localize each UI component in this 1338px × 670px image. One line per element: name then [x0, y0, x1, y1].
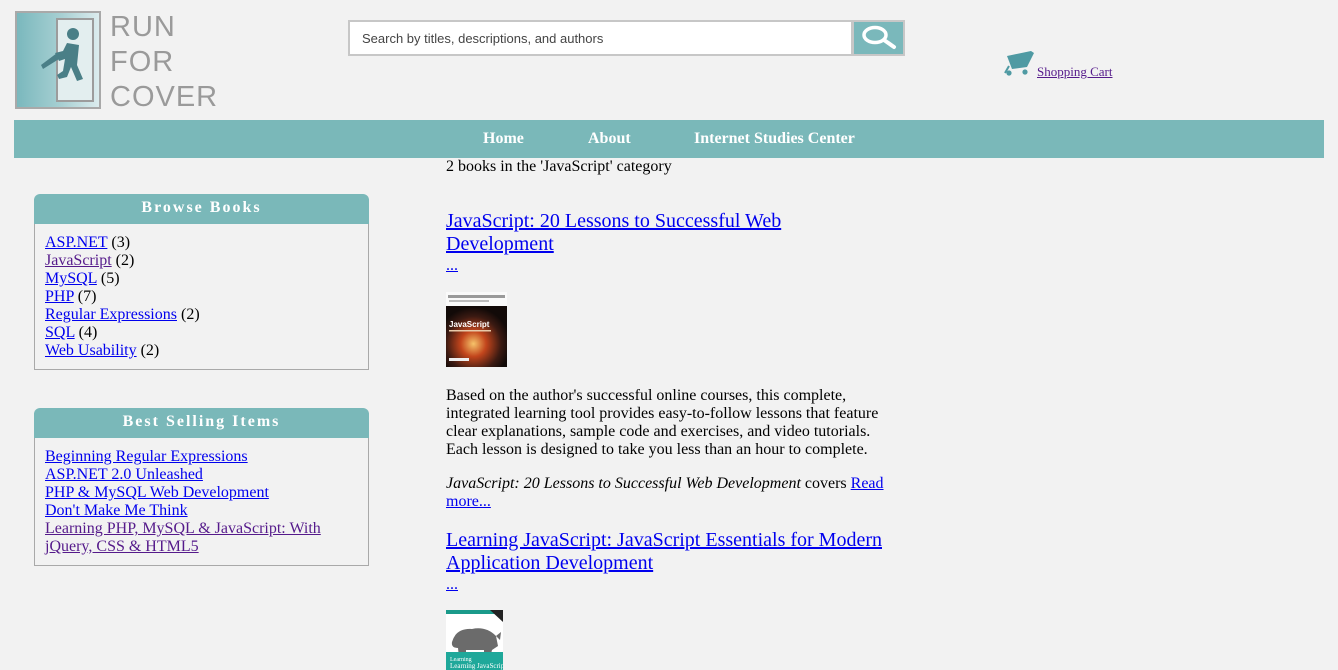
list-item: SQL (4) [45, 324, 358, 342]
list-item: PHP (7) [45, 288, 358, 306]
logo-line: FOR [110, 46, 175, 78]
book-summary-text: covers [800, 475, 851, 492]
bestseller-link[interactable]: Don't Make Me Think [45, 502, 188, 519]
running-man-logo-icon [15, 11, 101, 109]
category-count: (2) [140, 342, 160, 359]
nav-home[interactable]: Home [483, 130, 524, 148]
logo-text: RUN FOR COVER [110, 10, 218, 115]
list-item: Regular Expressions (2) [45, 306, 358, 324]
book-title-link[interactable]: JavaScript: 20 Lessons to Successful Web… [446, 210, 891, 256]
bestseller-link[interactable]: PHP & MySQL Web Development [45, 484, 269, 501]
category-count: (7) [77, 288, 97, 305]
list-item: Web Usability (2) [45, 342, 358, 360]
list-item: PHP & MySQL Web Development [45, 484, 358, 502]
nav-about[interactable]: About [588, 130, 631, 148]
book-cover-title: Learning JavaScript [450, 662, 503, 670]
book-ellipsis-link[interactable]: ... [446, 258, 458, 274]
book-cover-title: JavaScript [449, 320, 490, 329]
list-item: Beginning Regular Expressions [45, 448, 358, 466]
category-link-sql[interactable]: SQL [45, 324, 75, 341]
search-button[interactable] [852, 20, 905, 56]
book-ellipsis-link[interactable]: ... [446, 577, 458, 593]
shopping-cart-link[interactable]: Shopping Cart [1037, 64, 1112, 80]
book-summary-title: JavaScript: 20 Lessons to Successful Web… [446, 475, 801, 492]
bestseller-link[interactable]: Beginning Regular Expressions [45, 448, 248, 465]
logo[interactable]: RUN FOR COVER [15, 10, 217, 113]
browse-books-title: Browse Books [34, 194, 369, 224]
category-link-web-usability[interactable]: Web Usability [45, 342, 137, 359]
best-selling-title: Best Selling Items [34, 408, 369, 438]
category-count: (2) [180, 306, 200, 323]
book-summary: JavaScript: 20 Lessons to Successful Web… [446, 475, 891, 511]
search-bar [348, 20, 905, 56]
category-link-mysql[interactable]: MySQL [45, 270, 97, 287]
category-link-javascript[interactable]: JavaScript [45, 252, 112, 269]
category-link-aspnet[interactable]: ASP.NET [45, 234, 107, 251]
logo-line: COVER [110, 81, 219, 113]
main-nav: Home About Internet Studies Center [14, 120, 1324, 158]
list-item: ASP.NET 2.0 Unleashed [45, 466, 358, 484]
bestseller-link[interactable]: Learning PHP, MySQL & JavaScript: With j… [45, 520, 321, 555]
list-item: Don't Make Me Think [45, 502, 358, 520]
category-count: (5) [100, 270, 120, 287]
category-count-text: 2 books in the 'JavaScript' category [446, 158, 672, 175]
category-count: (4) [78, 324, 98, 341]
logo-line: RUN [110, 11, 176, 43]
bestseller-link[interactable]: ASP.NET 2.0 Unleashed [45, 466, 203, 483]
list-item: Learning PHP, MySQL & JavaScript: With j… [45, 520, 358, 556]
search-icon [862, 25, 896, 49]
shopping-cart-icon[interactable] [1003, 47, 1037, 77]
book-title-link[interactable]: Learning JavaScript: JavaScript Essentia… [446, 529, 891, 575]
book-description: Based on the author's successful online … [446, 387, 879, 458]
book-cover-image[interactable]: JavaScript [446, 292, 507, 367]
browse-books-panel: Browse Books ASP.NET (3) JavaScript (2) … [34, 194, 369, 370]
category-link-php[interactable]: PHP [45, 288, 74, 305]
browse-books-list: ASP.NET (3) JavaScript (2) MySQL (5) PHP… [34, 224, 369, 370]
list-item: ASP.NET (3) [45, 234, 358, 252]
category-count: (2) [115, 252, 135, 269]
best-selling-panel: Best Selling Items Beginning Regular Exp… [34, 408, 369, 566]
category-link-regular-expressions[interactable]: Regular Expressions [45, 306, 177, 323]
list-item: JavaScript (2) [45, 252, 358, 270]
category-count: (3) [111, 234, 131, 251]
list-item: MySQL (5) [45, 270, 358, 288]
book-cover-image[interactable]: Learning Learning JavaScript [446, 610, 503, 670]
nav-internet-studies-center[interactable]: Internet Studies Center [694, 130, 855, 148]
best-selling-list: Beginning Regular Expressions ASP.NET 2.… [34, 438, 369, 566]
search-input[interactable] [348, 20, 853, 56]
